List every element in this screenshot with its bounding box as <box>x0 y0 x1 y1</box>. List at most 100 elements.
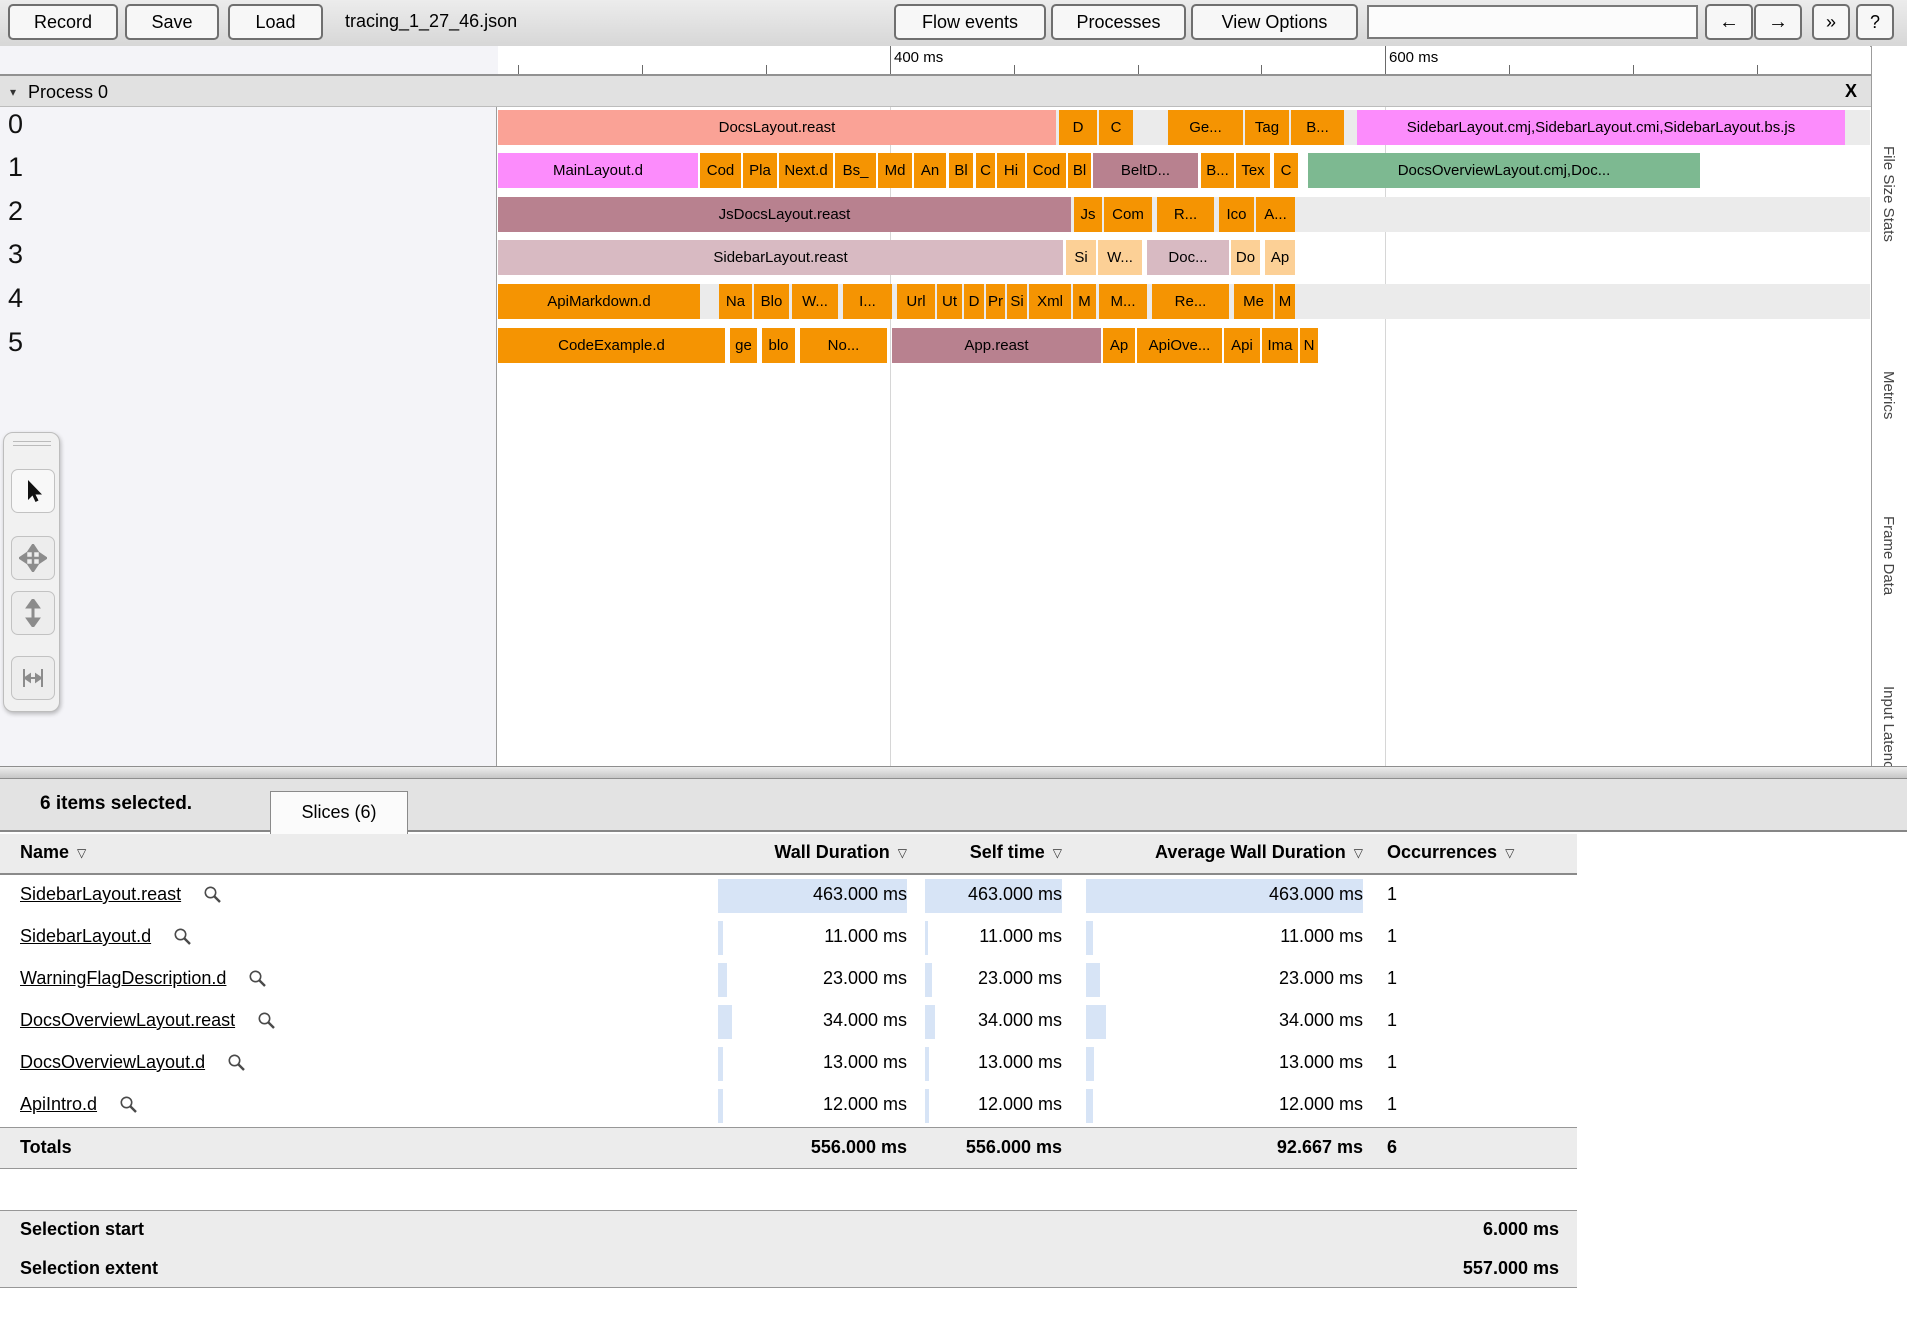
flame-slice[interactable]: CodeExample.d <box>498 328 725 363</box>
slice-name-link[interactable]: DocsOverviewLayout.reast <box>20 1010 235 1031</box>
zoom-tool-button[interactable] <box>11 591 55 635</box>
side-tab-frame-data[interactable]: Frame Data <box>1880 516 1897 595</box>
view-options-button[interactable]: View Options <box>1191 4 1358 40</box>
flame-slice[interactable]: Cod <box>700 153 741 188</box>
flame-slice[interactable]: C <box>976 153 995 188</box>
flame-slice[interactable]: JsDocsLayout.reast <box>498 197 1071 232</box>
flame-slice[interactable]: D <box>964 284 984 319</box>
collapse-triangle-icon[interactable]: ▾ <box>10 85 16 99</box>
table-row[interactable]: ApiIntro.d12.000 ms12.000 ms12.000 ms1 <box>0 1085 1577 1127</box>
flame-slice[interactable]: R... <box>1157 197 1214 232</box>
flame-slice[interactable]: Si <box>1066 240 1096 275</box>
magnifier-icon[interactable] <box>119 1095 138 1114</box>
more-button[interactable]: » <box>1812 4 1850 40</box>
flame-slice[interactable]: Api <box>1224 328 1260 363</box>
flame-slice[interactable]: ge <box>730 328 757 363</box>
flame-slice[interactable]: Ap <box>1265 240 1295 275</box>
flame-slice[interactable]: ApiMarkdown.d <box>498 284 700 319</box>
table-row[interactable]: WarningFlagDescription.d23.000 ms23.000 … <box>0 959 1577 1001</box>
slice-name-link[interactable]: SidebarLayout.reast <box>20 884 181 905</box>
pan-tool-button[interactable] <box>11 536 55 580</box>
column-header-average-wall-duration[interactable]: Average Wall Duration ▽ <box>1155 842 1363 863</box>
flame-slice[interactable]: blo <box>762 328 795 363</box>
flame-slice[interactable]: Com <box>1104 197 1152 232</box>
flame-slice[interactable]: Cod <box>1027 153 1066 188</box>
flame-slice[interactable]: Ima <box>1262 328 1298 363</box>
table-row[interactable]: SidebarLayout.reast463.000 ms463.000 ms4… <box>0 875 1577 917</box>
column-header-self-time[interactable]: Self time ▽ <box>970 842 1062 863</box>
table-row[interactable]: DocsOverviewLayout.reast34.000 ms34.000 … <box>0 1001 1577 1043</box>
nav-back-button[interactable]: ← <box>1705 4 1753 40</box>
flame-slice[interactable]: Ut <box>937 284 962 319</box>
flame-slice[interactable]: Hi <box>997 153 1025 188</box>
close-process-button[interactable]: X <box>1845 81 1857 102</box>
tool-palette[interactable] <box>3 432 60 712</box>
magnifier-icon[interactable] <box>173 927 192 946</box>
select-tool-button[interactable] <box>11 469 55 513</box>
flame-slice[interactable]: B... <box>1201 153 1234 188</box>
save-button[interactable]: Save <box>125 4 219 40</box>
flame-slice[interactable]: Doc... <box>1147 240 1229 275</box>
flame-slice[interactable]: D <box>1059 110 1097 145</box>
flame-slice[interactable]: Re... <box>1152 284 1229 319</box>
flame-slice[interactable]: I... <box>843 284 892 319</box>
flame-slice[interactable]: DocsLayout.reast <box>498 110 1056 145</box>
flame-slice[interactable]: App.reast <box>892 328 1101 363</box>
side-tab-metrics[interactable]: Metrics <box>1880 371 1897 419</box>
flame-slice[interactable]: Bl <box>949 153 973 188</box>
flame-slice[interactable]: C <box>1274 153 1298 188</box>
table-row[interactable]: SidebarLayout.d11.000 ms11.000 ms11.000 … <box>0 917 1577 959</box>
flame-slice[interactable]: Ico <box>1219 197 1254 232</box>
palette-grip-icon[interactable] <box>13 445 51 446</box>
flame-slice[interactable]: Pla <box>743 153 777 188</box>
flame-slice[interactable]: Xml <box>1029 284 1071 319</box>
slice-name-link[interactable]: SidebarLayout.d <box>20 926 151 947</box>
flame-slice[interactable]: N <box>1300 328 1318 363</box>
flame-slice[interactable]: M <box>1275 284 1295 319</box>
flame-slice[interactable]: SidebarLayout.cmj,SidebarLayout.cmi,Side… <box>1357 110 1845 145</box>
flame-slice[interactable]: Ge... <box>1168 110 1243 145</box>
magnifier-icon[interactable] <box>203 885 222 904</box>
flame-slice[interactable]: Bs_ <box>835 153 876 188</box>
flame-slice[interactable]: W... <box>1098 240 1142 275</box>
flame-slice[interactable]: Url <box>897 284 935 319</box>
slice-name-link[interactable]: ApiIntro.d <box>20 1094 97 1115</box>
palette-grip-icon[interactable] <box>13 441 51 442</box>
flame-slice[interactable]: A... <box>1256 197 1295 232</box>
flame-slice[interactable]: Na <box>719 284 752 319</box>
slice-name-link[interactable]: DocsOverviewLayout.d <box>20 1052 205 1073</box>
flame-slice[interactable]: W... <box>792 284 838 319</box>
tab-slices[interactable]: Slices (6) <box>270 791 408 834</box>
process-header[interactable]: ▾ Process 0 X <box>0 74 1871 107</box>
nav-forward-button[interactable]: → <box>1754 4 1802 40</box>
flame-slice[interactable]: ApiOve... <box>1137 328 1222 363</box>
magnifier-icon[interactable] <box>248 969 267 988</box>
flame-slice[interactable]: MainLayout.d <box>498 153 698 188</box>
flame-slice[interactable]: Tag <box>1245 110 1289 145</box>
column-header-occurrences[interactable]: Occurrences ▽ <box>1387 842 1514 863</box>
flame-slice[interactable]: Tex <box>1236 153 1270 188</box>
flame-slice[interactable]: An <box>914 153 946 188</box>
flow-events-button[interactable]: Flow events <box>894 4 1046 40</box>
magnifier-icon[interactable] <box>227 1053 246 1072</box>
flame-slice[interactable]: Bl <box>1068 153 1091 188</box>
table-row[interactable]: DocsOverviewLayout.d13.000 ms13.000 ms13… <box>0 1043 1577 1085</box>
magnifier-icon[interactable] <box>257 1011 276 1030</box>
help-button[interactable]: ? <box>1856 4 1894 40</box>
flame-slice[interactable]: M... <box>1099 284 1147 319</box>
flame-slice[interactable]: BeltD... <box>1093 153 1198 188</box>
flame-slice[interactable]: Js <box>1074 197 1102 232</box>
flame-slice[interactable]: SidebarLayout.reast <box>498 240 1063 275</box>
column-header-wall-duration[interactable]: Wall Duration ▽ <box>774 842 907 863</box>
flame-slice[interactable]: Md <box>878 153 912 188</box>
flame-slice[interactable]: Next.d <box>779 153 833 188</box>
slice-name-link[interactable]: WarningFlagDescription.d <box>20 968 226 989</box>
flame-slice[interactable]: B... <box>1291 110 1344 145</box>
flame-slice[interactable]: M <box>1073 284 1096 319</box>
flame-slice[interactable]: Do <box>1231 240 1260 275</box>
flame-slice[interactable]: Pr <box>986 284 1005 319</box>
side-tab-input-latency[interactable]: Input Latency <box>1880 686 1897 766</box>
side-tab-file-size-stats[interactable]: File Size Stats <box>1880 146 1897 242</box>
processes-button[interactable]: Processes <box>1051 4 1186 40</box>
flame-slice[interactable]: DocsOverviewLayout.cmj,Doc... <box>1308 153 1700 188</box>
